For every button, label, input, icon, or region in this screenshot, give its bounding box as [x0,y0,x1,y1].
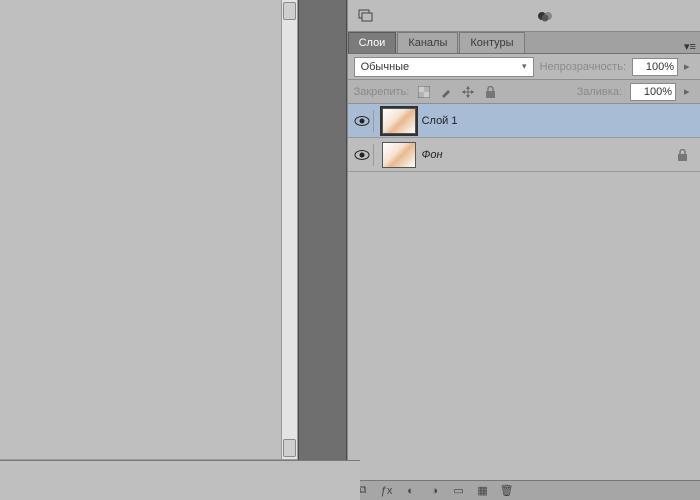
opacity-input[interactable]: 100% [632,58,678,76]
tab-layers[interactable]: Слои [348,32,397,53]
arrange-icon[interactable] [356,6,376,26]
visibility-eye-icon[interactable] [352,144,374,166]
fill-spinner-icon[interactable]: ▸ [684,85,694,98]
opacity-spinner-icon[interactable]: ▸ [684,60,694,73]
group-icon[interactable]: ▭ [452,484,466,498]
layer-style-icon[interactable]: ƒx [380,484,394,498]
lock-pixels-icon[interactable] [439,85,453,99]
panel-menu-icon[interactable]: ▾≡ [680,40,700,53]
panel-tabs: Слои Каналы Контуры ▾≡ [348,32,700,54]
canvas-area[interactable] [0,0,298,460]
scroll-down-button[interactable] [283,439,296,457]
lock-position-icon[interactable] [461,85,475,99]
blend-opacity-row: Обычные ▾ Непрозрачность: 100% ▸ [348,54,700,80]
new-layer-icon[interactable]: ▦ [476,484,490,498]
layer-mask-icon[interactable]: ◐ [404,484,418,498]
layer-name-label[interactable]: Слой 1 [422,115,458,127]
layers-panel: Слои Каналы Контуры ▾≡ Обычные ▾ Непрозр… [347,0,700,500]
adjustment-layer-icon[interactable]: ◑ [428,484,442,498]
tab-channels[interactable]: Каналы [397,32,458,53]
fill-input[interactable]: 100% [630,83,676,101]
layers-panel-footer: ⧉ ƒx ◐ ◑ ▭ ▦ 🗑 [348,480,700,500]
scroll-up-button[interactable] [283,2,296,20]
app-root: Слои Каналы Контуры ▾≡ Обычные ▾ Непрозр… [0,0,700,500]
delete-layer-icon[interactable]: 🗑 [500,484,514,498]
lock-icon [677,149,688,161]
lock-label: Закрепить: [354,86,410,98]
fill-label: Заливка: [577,86,622,98]
chevron-down-icon: ▾ [522,61,527,72]
layer-thumbnail[interactable] [382,108,416,134]
layer-thumbnail[interactable] [382,142,416,168]
lock-fill-row: Закрепить: Заливка: 100% ▸ [348,80,700,104]
swatches-icon[interactable] [536,6,556,26]
panel-dock-gap [298,0,346,500]
layer-list: Слой 1 Фон [348,104,700,480]
opacity-label: Непрозрачность: [540,61,626,73]
lock-transparency-icon[interactable] [417,85,431,99]
tab-paths[interactable]: Контуры [459,32,524,53]
visibility-eye-icon[interactable] [352,110,374,132]
lock-icons-group [417,85,497,99]
layer-row[interactable]: Слой 1 [348,104,700,138]
blend-mode-value: Обычные [361,61,410,73]
vertical-scrollbar[interactable] [281,0,297,459]
bottom-statusbar [0,460,360,500]
blend-mode-select[interactable]: Обычные ▾ [354,57,534,77]
panel-top-iconbar [348,0,700,32]
layer-name-label[interactable]: Фон [422,149,443,161]
layer-row[interactable]: Фон [348,138,700,172]
lock-all-icon[interactable] [483,85,497,99]
